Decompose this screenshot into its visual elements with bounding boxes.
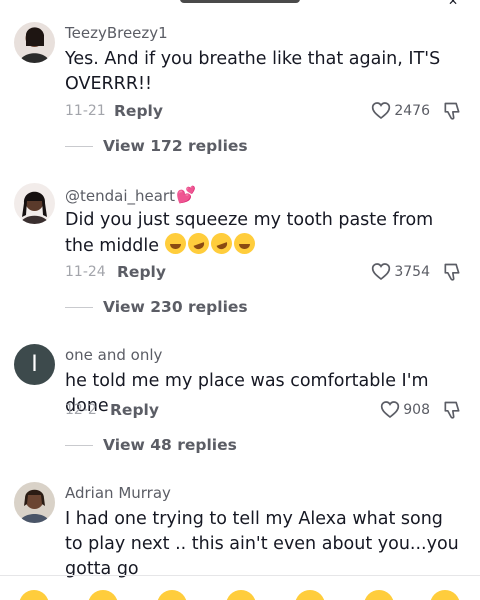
comment-text: Did you just squeeze my tooth paste from… [65, 210, 434, 257]
divider-line [65, 145, 93, 147]
close-icon[interactable]: ✕ [448, 0, 458, 8]
reply-button[interactable]: Reply [110, 401, 159, 419]
comment-date: 11-24 [65, 264, 106, 280]
view-replies-button[interactable]: View 230 replies [65, 298, 248, 316]
laughing-tears-emoji-icon [233, 233, 255, 254]
emoji-quick-bar [0, 575, 480, 600]
view-replies-button[interactable]: View 48 replies [65, 436, 237, 454]
sparkling-heart-icon: 💕 [175, 185, 196, 204]
rofl-emoji-icon [207, 230, 235, 257]
grinning-emoji-icon[interactable] [19, 590, 49, 600]
sweat-emoji-icon[interactable] [364, 590, 394, 600]
divider-line [65, 306, 93, 308]
reply-button[interactable]: Reply [117, 263, 166, 281]
laughing-emoji-icon[interactable] [430, 590, 460, 600]
dislike-icon[interactable] [442, 400, 462, 420]
avatar[interactable] [14, 183, 55, 224]
comment-username[interactable]: one and only [65, 346, 162, 364]
heart-icon [380, 400, 400, 419]
reply-button[interactable]: Reply [114, 102, 163, 120]
avatar[interactable] [14, 22, 55, 63]
dislike-icon[interactable] [442, 262, 462, 282]
smiling-emoji-icon[interactable] [157, 590, 187, 600]
like-count: 2476 [394, 102, 430, 119]
comment-username[interactable]: Adrian Murray [65, 484, 171, 502]
like-count: 3754 [394, 263, 430, 280]
like-button[interactable]: 2476 [371, 101, 430, 120]
view-replies-button[interactable]: View 172 replies [65, 137, 248, 155]
comment-date: 12-2 [65, 402, 97, 418]
heart-eyes-emoji-icon[interactable] [88, 590, 118, 600]
dislike-icon[interactable] [442, 101, 462, 121]
view-replies-label: View 172 replies [103, 137, 248, 155]
rofl-emoji-icon [184, 230, 212, 257]
view-replies-label: View 230 replies [103, 298, 248, 316]
like-button[interactable]: 908 [380, 400, 430, 419]
heart-icon [371, 262, 391, 281]
comment-username[interactable]: @tendai_heart💕 [65, 185, 196, 205]
like-count: 908 [403, 401, 430, 418]
comment-date: 11-21 [65, 103, 106, 119]
comment-text: Yes. And if you breathe like that again,… [65, 49, 441, 94]
divider-line [65, 444, 93, 446]
comment-text: I had one trying to tell my Alexa what s… [65, 509, 459, 579]
surprised-emoji-icon[interactable] [295, 590, 325, 600]
blushing-emoji-icon[interactable] [226, 590, 256, 600]
comments-count-title [180, 0, 300, 3]
view-replies-label: View 48 replies [103, 436, 237, 454]
laughing-tears-emoji-icon [164, 233, 186, 254]
avatar[interactable] [14, 482, 55, 523]
comment-username[interactable]: TeezyBreezy1 [65, 24, 168, 42]
comments-header: ✕ [0, 0, 480, 8]
like-button[interactable]: 3754 [371, 262, 430, 281]
heart-icon [371, 101, 391, 120]
avatar[interactable]: I [14, 344, 55, 385]
